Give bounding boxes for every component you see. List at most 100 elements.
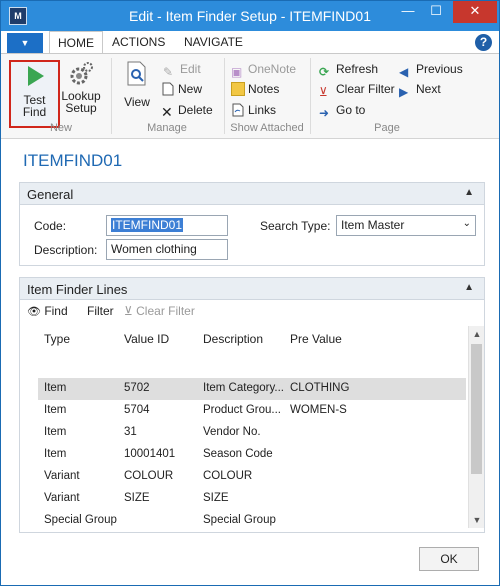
type-cell: Special Group [44,514,117,526]
description-cell: Product Grou... [203,404,281,416]
next-label: Next [416,82,441,96]
code-label: Code: [34,219,67,233]
close-button[interactable]: ✕ [453,1,497,23]
lines-clear-filter-button[interactable]: ⊻ Clear Filter [124,304,195,318]
description-cell: Vendor No. [203,426,261,438]
view-button[interactable]: View [119,60,155,108]
links-button[interactable]: Links [231,103,276,117]
lines-header[interactable]: Item Finder Lines ▲ [20,278,484,300]
description-cell: Season Code [203,448,273,460]
ribbon-separator [310,58,311,134]
refresh-icon: ⟳ [319,65,330,79]
lines-toolbar: 👁 Find Filter ⊻ Clear Filter [20,300,484,322]
lines-header-label: Item Finder Lines [27,282,128,297]
minimize-button[interactable]: — [395,1,421,23]
edit-button[interactable]: ✎ Edit [163,62,201,79]
column-header[interactable]: Description [203,332,263,346]
previous-label: Previous [416,62,463,76]
help-icon[interactable]: ? [475,34,492,51]
description-label: Description: [34,243,98,257]
delete-x-icon: ✕ [161,104,173,120]
ribbon-separator [224,58,225,134]
column-header[interactable]: Type [44,332,70,346]
table-row[interactable] [38,356,466,378]
delete-button[interactable]: ✕ Delete [161,103,213,120]
table-row[interactable]: Variant SIZE SIZE [38,488,466,510]
go-to-button[interactable]: ➜ Go to [319,103,365,120]
general-fasttab: General ▲ Code: ITEMFIND01 Description: … [19,182,485,266]
vertical-scrollbar[interactable]: ▲ ▼ [468,326,484,528]
view-label: View [124,95,150,109]
code-value: ITEMFIND01 [111,218,184,232]
notes-button[interactable]: Notes [231,82,279,96]
next-button[interactable]: ▶ Next [399,82,441,99]
ribbon-tabs: ▼ HOME ACTIONS NAVIGATE ? [1,31,499,54]
type-cell: Item [44,426,67,438]
clear-filter-icon: ⊻ [319,85,328,99]
collapse-caret-icon[interactable]: ▲ [464,282,474,293]
column-header[interactable]: Pre Value [290,332,342,346]
go-to-label: Go to [336,103,366,117]
search-type-value: Item Master [341,218,405,232]
tab-navigate[interactable]: NAVIGATE [184,35,243,49]
tab-home[interactable]: HOME [49,31,103,54]
scroll-up-icon[interactable]: ▲ [469,326,485,342]
chevron-down-icon: ⌄ [462,218,471,229]
title-bar: M Edit - Item Finder Setup - ITEMFIND01 … [1,1,499,31]
table-row[interactable]: Item 5702 Item Category... CLOTHING [38,378,466,400]
ok-button[interactable]: OK [419,547,479,571]
new-button[interactable]: New [161,82,202,96]
code-field[interactable]: ITEMFIND01 [106,215,228,236]
refresh-button[interactable]: ⟳ Refresh [319,62,378,79]
clear-filter-button[interactable]: ⊻ Clear Filter [319,82,395,99]
search-type-select[interactable]: Item Master ⌄ [336,215,476,236]
scroll-thumb[interactable] [471,344,482,474]
description-cell: Special Group [203,514,276,526]
test-find-button[interactable]: Test Find [9,60,60,128]
table-row[interactable]: Variant COLOUR COLOUR [38,466,466,488]
general-header[interactable]: General ▲ [20,183,484,205]
description-cell: SIZE [203,492,229,504]
edit-label: Edit [180,62,201,76]
table-row[interactable]: Special Group Special Group [38,510,466,532]
lookup-setup-button[interactable]: Lookup Setup [61,60,101,114]
type-cell: Item [44,448,67,460]
general-header-label: General [27,187,74,202]
page-title: ITEMFIND01 [23,151,123,170]
pre-value-cell: CLOTHING [290,382,350,394]
notes-icon [231,82,245,96]
description-cell: Item Category... [203,382,284,394]
test-find-label: Test Find [22,93,47,119]
lines-clear-filter-label: Clear Filter [136,304,195,318]
refresh-label: Refresh [336,62,379,76]
show-attached-group-label: Show Attached [230,122,304,134]
value-id-cell: 5704 [124,404,150,416]
lines-grid: Type Value ID Description Pre Value Item… [38,326,466,530]
table-row[interactable]: Item 5704 Product Grou... WOMEN-S [38,400,466,422]
table-row[interactable]: Item 10001401 Season Code [38,444,466,466]
scroll-down-icon[interactable]: ▼ [469,512,485,528]
filter-button[interactable]: Filter [87,304,114,318]
grid-header: Type Value ID Description Pre Value [38,326,466,356]
column-header[interactable]: Value ID [124,332,169,346]
description-cell: COLOUR [203,470,253,482]
table-row[interactable]: Item 31 Vendor No. [38,422,466,444]
play-icon [27,66,44,86]
type-cell: Item [44,404,67,416]
type-cell: Item [44,382,67,394]
collapse-caret-icon[interactable]: ▲ [464,187,474,198]
onenote-label: OneNote [248,62,297,76]
tab-actions[interactable]: ACTIONS [112,35,165,49]
manage-group-label: Manage [147,122,187,134]
notes-label: Notes [248,82,280,96]
value-id-cell: 31 [124,426,137,438]
new-group-label: New [49,122,72,134]
app-menu-button[interactable]: ▼ [7,33,43,53]
previous-button[interactable]: ◀ Previous [399,62,463,79]
find-button[interactable]: 👁 Find [27,304,68,318]
value-id-cell: SIZE [124,492,150,504]
onenote-button[interactable]: ▣ OneNote [231,62,296,79]
description-field[interactable]: Women clothing [106,239,228,260]
lookup-setup-label: Lookup Setup [61,89,101,115]
maximize-button[interactable]: ☐ [423,1,449,23]
